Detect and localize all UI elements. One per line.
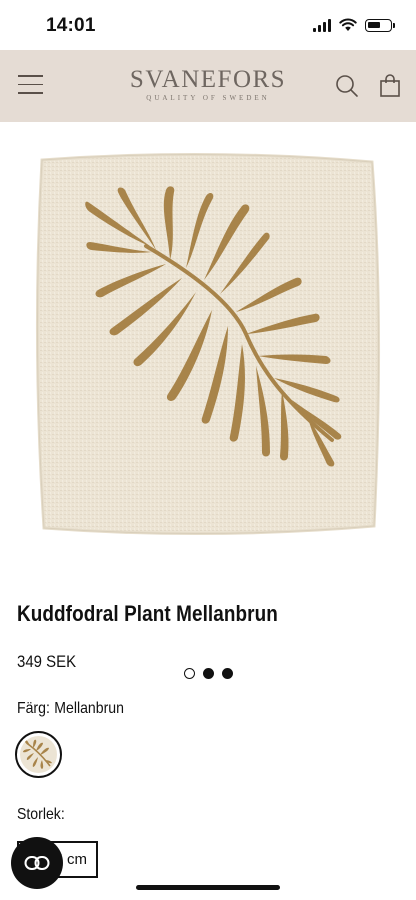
shopping-bag-icon[interactable] [377,72,403,98]
gallery-dot[interactable] [221,668,233,679]
home-indicator [136,885,280,890]
search-icon[interactable] [334,73,360,99]
product-image [35,152,381,536]
color-label: Färg: [17,700,50,717]
chat-button[interactable] [11,837,63,889]
battery-icon [365,18,395,32]
pillow-cover [35,152,381,536]
cellular-signal-icon [313,18,331,32]
product-image-gallery[interactable] [0,122,416,679]
gallery-dot[interactable] [202,668,214,679]
product-price: 349 SEK [17,652,77,671]
size-selector-label: Storlek: [17,806,65,823]
color-value: Mellanbrun [54,700,124,717]
status-bar: 14:01 [0,0,416,50]
status-icons [313,18,395,32]
gallery-dot[interactable] [183,668,195,679]
chat-link-icon [24,856,50,870]
status-time: 14:01 [46,15,96,36]
color-swatch-mellanbrun[interactable] [15,731,62,778]
swatch-image [20,736,57,773]
site-header: SVANEFORS QUALITY OF SWEDEN [0,50,416,122]
battery-level [368,21,380,28]
product-title: Kuddfodral Plant Mellanbrun [17,601,278,626]
wifi-icon [339,18,357,31]
color-selector-label: Färg: Mellanbrun [17,700,124,718]
